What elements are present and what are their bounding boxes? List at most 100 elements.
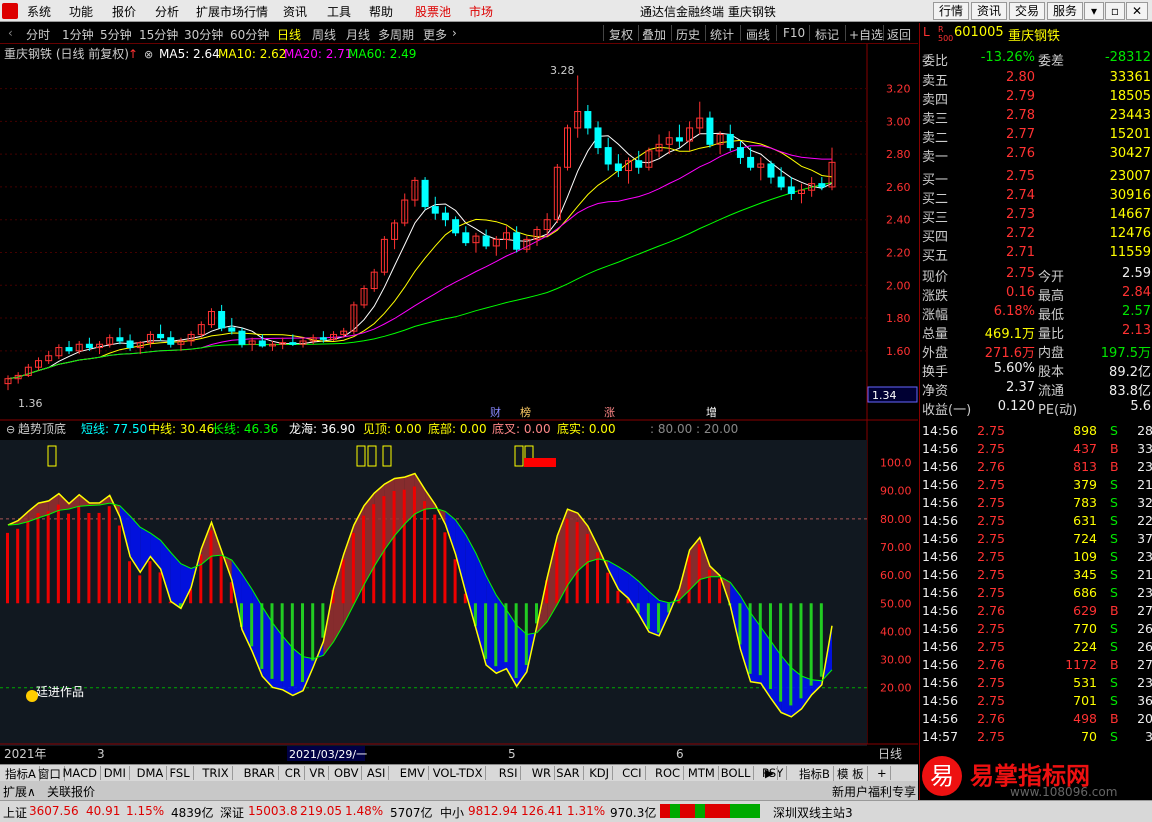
menu-system[interactable]: 系统 [27,3,51,20]
tick-count: 37 [1137,531,1152,546]
event-tag-limit[interactable]: 涨 [604,406,615,419]
candle-body [238,330,246,345]
tick-price: 2.76 [977,603,1005,618]
tab-kdj[interactable]: KDJ [586,766,613,780]
tool-add-watch[interactable]: +自选 [849,26,883,43]
period-more[interactable]: 更多 [423,26,447,43]
tab-dma[interactable]: DMA [134,766,168,780]
news-promo[interactable]: 新用户福利专享 [832,783,916,800]
tool-f10[interactable]: F10 [783,26,805,40]
bid-row[interactable]: 买二 2.74 30916 [920,188,1152,207]
menu-stock-pool[interactable]: 股票池 [415,3,451,20]
event-tag-finance[interactable]: 财 [490,405,501,419]
tool-fuquan[interactable]: 复权 [609,26,633,43]
menu-ext-market[interactable]: 扩展市场行情 [196,3,268,20]
tab-mtm[interactable]: MTM [685,766,719,780]
trend-bar [6,532,9,604]
menu-quote[interactable]: 报价 [112,3,136,20]
menu-market[interactable]: 市场 [469,3,493,20]
event-tag-increase[interactable]: 增 [706,405,717,419]
trend-bar [657,603,661,633]
tool-back[interactable]: 返回 [887,26,911,43]
ask-row[interactable]: 卖三 2.78 23443 [920,108,1152,127]
tool-overlay[interactable]: 叠加 [642,26,666,43]
btn-quote[interactable]: 行情 [933,2,969,20]
tab-cci[interactable]: CCI [619,766,646,780]
tab-roc[interactable]: ROC [652,766,685,780]
tab-fsl[interactable]: FSL [167,766,194,780]
bid-row[interactable]: 买四 2.72 12476 [920,226,1152,245]
tab-template[interactable]: 模 板 [834,766,868,782]
menu-analysis[interactable]: 分析 [155,3,179,20]
linked-quote-button[interactable]: 关联报价 [47,783,95,800]
tab-emv[interactable]: EMV [397,766,429,780]
tab-wr[interactable]: WR [529,766,556,780]
period-daily[interactable]: 日线 [277,26,301,43]
tab-vol-tdx[interactable]: VOL-TDX [430,766,487,780]
menu-function[interactable]: 功能 [69,3,93,20]
menu-help[interactable]: 帮助 [369,3,393,20]
tab-more-icon[interactable]: ▶ [762,766,778,780]
tab-sar[interactable]: SAR [553,766,584,780]
chevron-down-icon[interactable]: ⊗ [144,48,153,61]
period-5min[interactable]: 5分钟 [100,26,132,43]
bid-label: 买二 [922,192,949,207]
ask-row[interactable]: 卖一 2.76 30427 [920,146,1152,165]
ask-row[interactable]: 卖五 2.80 33361 [920,70,1152,89]
close-icon[interactable]: ✕ [1126,2,1148,20]
tick-side: S [1110,423,1118,438]
bid-row[interactable]: 买五 2.71 11559 [920,245,1152,264]
tab-dmi[interactable]: DMI [101,766,130,780]
event-tag-list[interactable]: 榜 [520,405,531,419]
btn-service[interactable]: 服务 [1047,2,1083,20]
sz-label: 深证 [220,806,245,820]
tool-draw[interactable]: 画线 [746,26,770,43]
period-15min[interactable]: 15分钟 [139,26,178,43]
tab-cr[interactable]: CR [282,766,305,780]
chart-area[interactable]: 3.20 3.00 2.80 2.60 2.40 2.20 2.00 1.80 1.60 重庆钢… [0,44,918,764]
period-fenshi[interactable]: 分时 [26,26,50,43]
ask-row[interactable]: 卖四 2.79 18505 [920,89,1152,108]
tab-boll[interactable]: BOLL [718,766,755,780]
period-weekly[interactable]: 周线 [312,26,336,43]
arrow-left-icon[interactable]: ‹ [8,26,13,40]
tab-rsi[interactable]: RSI [496,766,522,780]
tick-time: 14:56 [922,459,959,474]
tab-macd[interactable]: MACD [60,766,101,780]
period-multi[interactable]: 多周期 [378,26,414,43]
ask-row[interactable]: 卖二 2.77 15201 [920,127,1152,146]
chevron-right-icon[interactable]: › [452,26,457,40]
btn-news[interactable]: 资讯 [971,2,1007,20]
period-60min[interactable]: 60分钟 [230,26,269,43]
tab-brar[interactable]: BRAR [241,766,279,780]
tab-trix[interactable]: TRIX [199,766,233,780]
chevron-down-icon[interactable]: ⊖ [6,423,15,436]
period-1min[interactable]: 1分钟 [62,26,94,43]
bid-row[interactable]: 买三 2.73 14667 [920,207,1152,226]
restore-icon[interactable]: ▫ [1105,2,1125,20]
expand-button[interactable]: 扩展∧ [3,783,36,800]
menu-tools[interactable]: 工具 [327,3,351,20]
trend-bar [311,603,315,661]
tick-time: 14:56 [922,567,959,582]
tab-obv[interactable]: OBV [331,766,363,780]
tick-price: 2.75 [977,621,1005,636]
bid-row[interactable]: 买一 2.75 23007 [920,169,1152,188]
candle-body [421,179,429,208]
tick-side: B [1110,603,1119,618]
server-name[interactable]: 深圳双线主站3 [773,804,853,821]
tool-history[interactable]: 历史 [676,26,700,43]
tab-indicator-b[interactable]: 指标B [796,766,834,782]
tool-mark[interactable]: 标记 [815,26,839,43]
minimize-icon[interactable]: ▾ [1084,2,1104,20]
period-30min[interactable]: 30分钟 [184,26,223,43]
menu-news[interactable]: 资讯 [283,3,307,20]
tick-row: 14:56 2.75 379 S 21 [920,477,1152,496]
tab-vr[interactable]: VR [306,766,330,780]
tool-stats[interactable]: 统计 [710,26,734,43]
tab-asi[interactable]: ASI [364,766,390,780]
trend-bar [158,572,162,604]
tab-add-icon[interactable]: + [874,766,891,780]
period-monthly[interactable]: 月线 [346,26,370,43]
btn-trade[interactable]: 交易 [1009,2,1045,20]
